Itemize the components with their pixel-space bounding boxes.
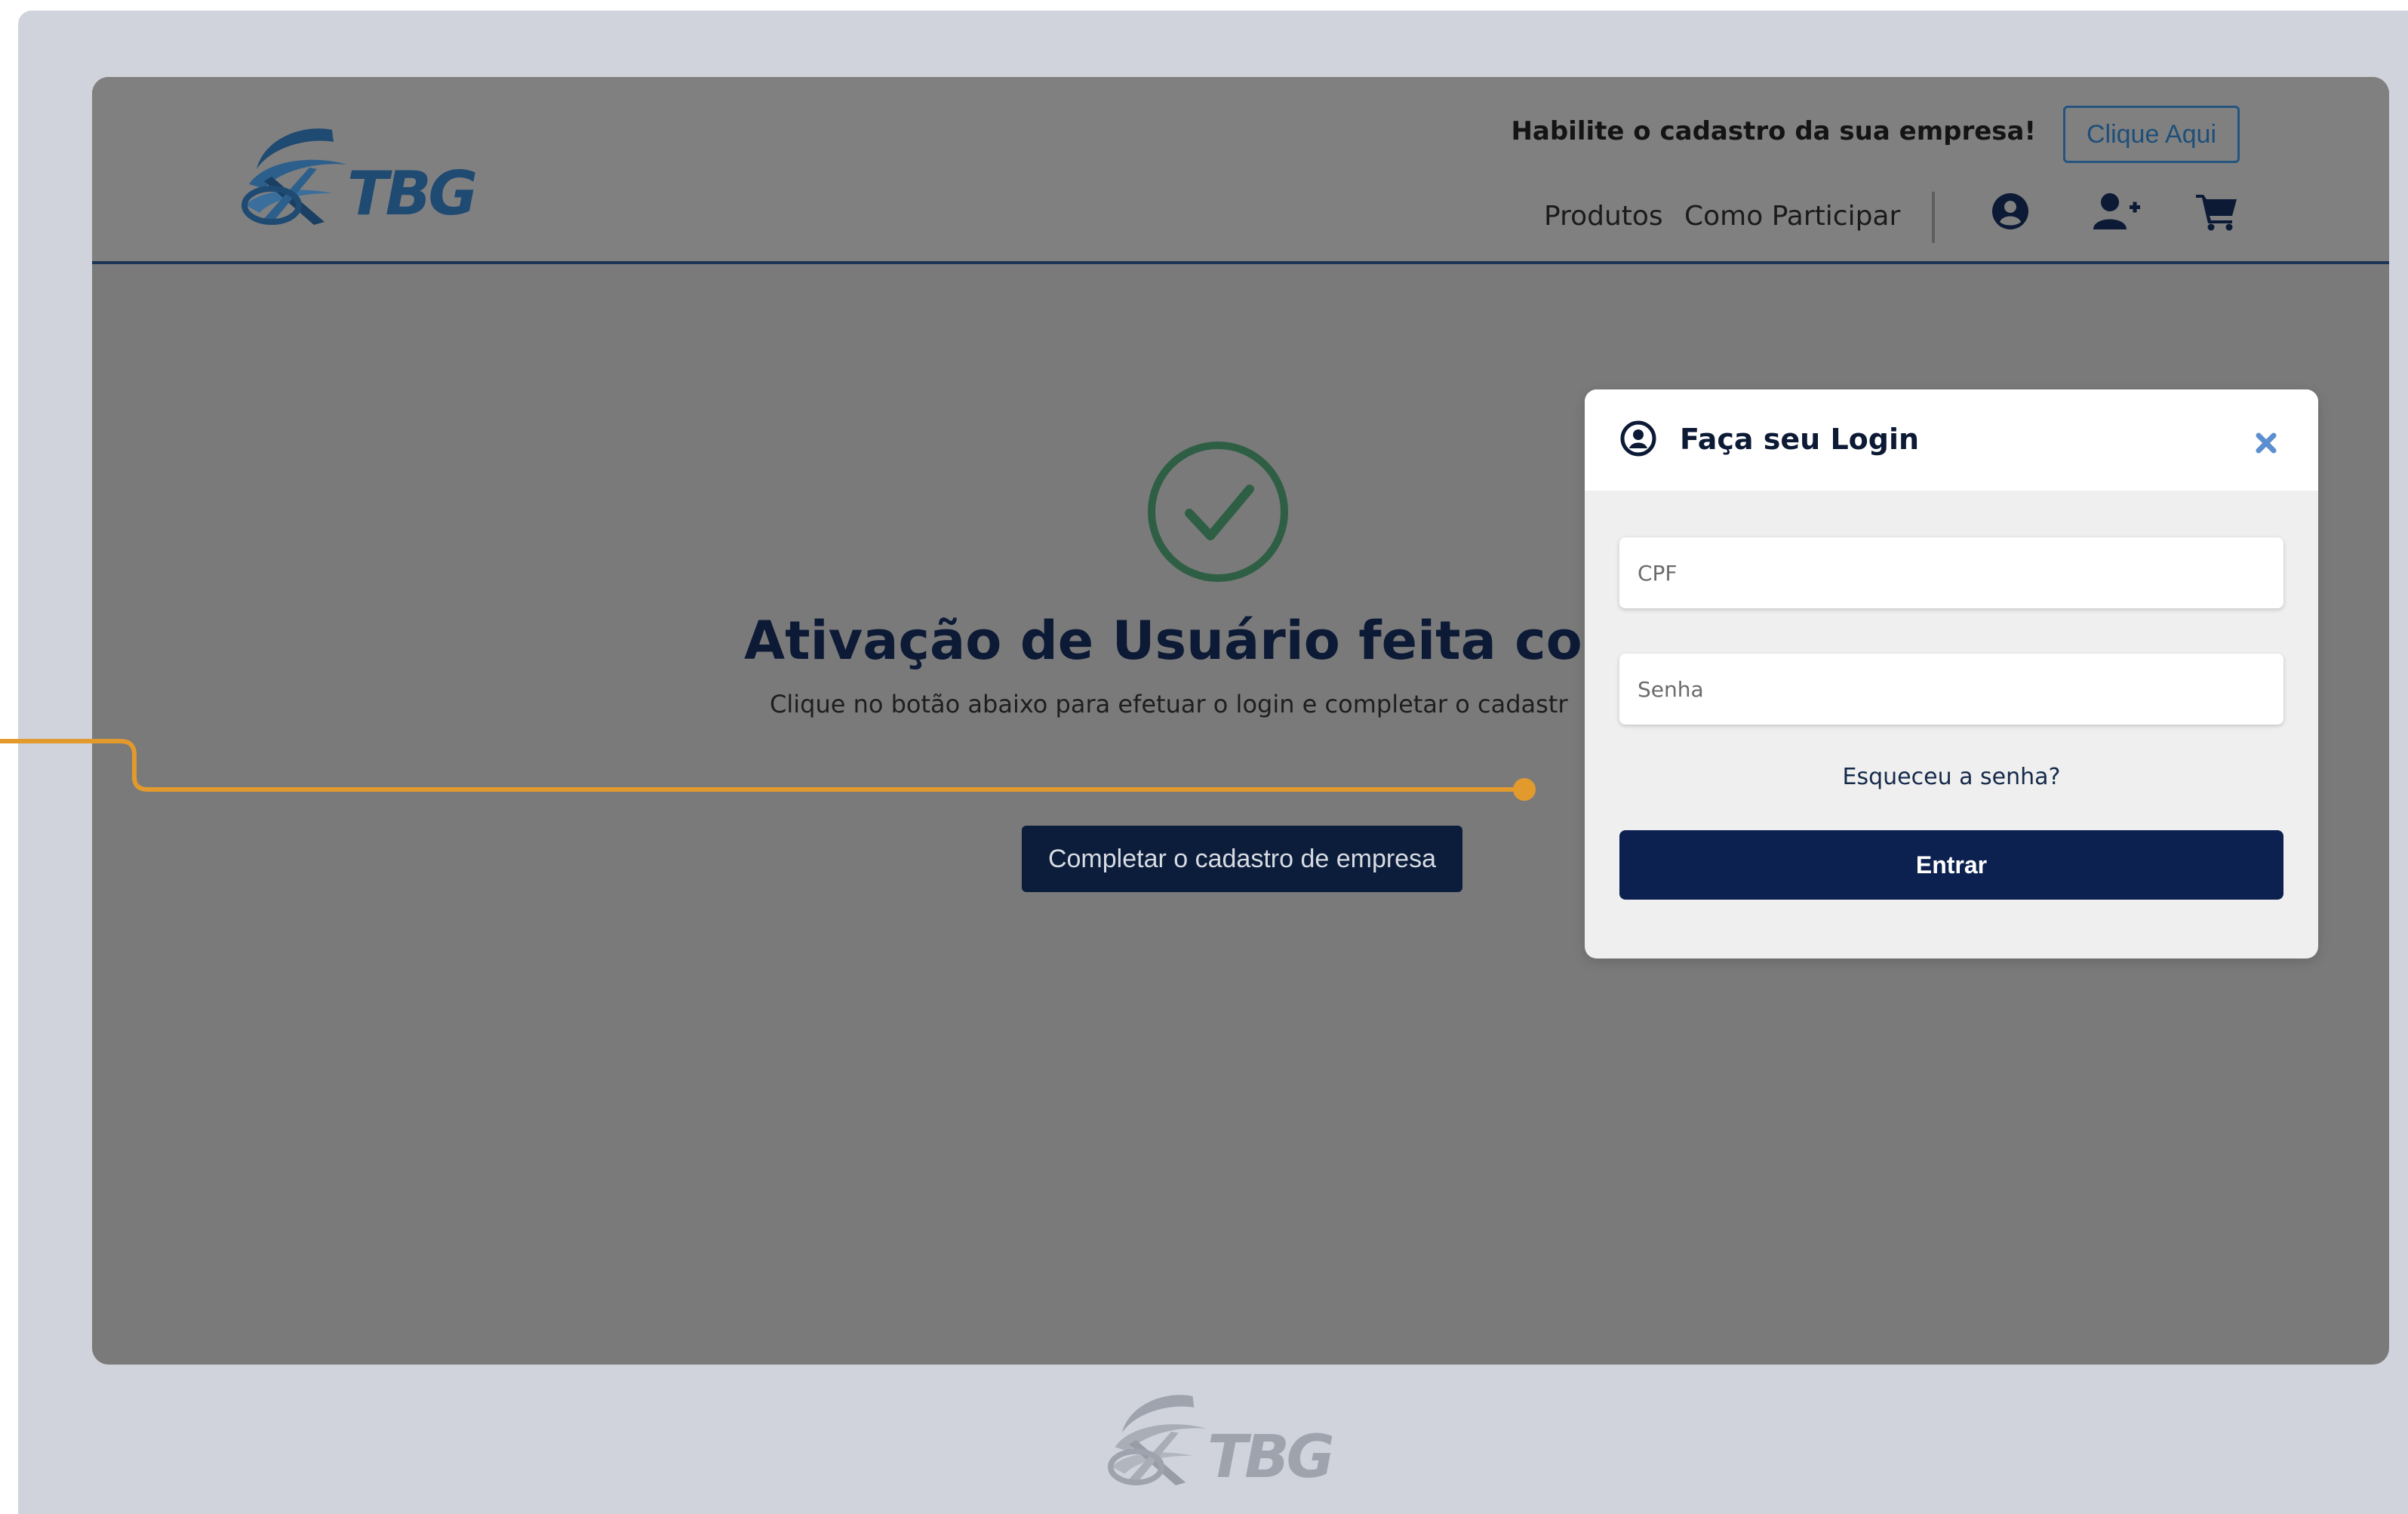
login-submit-button[interactable]: Entrar [1619, 830, 2283, 900]
forgot-password-link[interactable]: Esqueceu a senha? [1585, 764, 2318, 790]
nav-link-como-participar[interactable]: Como Participar [1684, 201, 1900, 232]
cpf-input[interactable] [1619, 537, 2283, 608]
login-modal-header: Faça seu Login [1585, 389, 2318, 491]
tbg-logo[interactable]: TBG [241, 124, 491, 237]
site-header: TBG Habilite o cadastro da sua empresa! … [92, 77, 2389, 264]
login-modal-title: Faça seu Login [1680, 423, 1920, 456]
logo-swoosh-icon [241, 128, 347, 225]
cart-icon[interactable] [2196, 192, 2238, 234]
complete-company-registration-button[interactable]: Completar o cadastro de empresa [1022, 826, 1462, 892]
screenshot-frame: TBG Habilite o cadastro da sua empresa! … [18, 11, 2408, 1514]
login-modal: Faça seu Login Esqueceu a senha? Entrar [1585, 389, 2318, 959]
user-plus-icon[interactable] [2093, 192, 2142, 234]
click-here-button[interactable]: Clique Aqui [2063, 106, 2240, 163]
activation-subtitle: Clique no botão abaixo para efetuar o lo… [770, 690, 1568, 719]
enable-company-text: Habilite o cadastro da sua empresa! [1511, 116, 2036, 146]
nav-link-produtos[interactable]: Produtos [1544, 201, 1663, 232]
footer-logo-text: TBG [1207, 1423, 1335, 1491]
user-circle-icon [1619, 420, 1657, 460]
nav-divider [1932, 192, 1935, 243]
footer-tbg-logo: TBG [1108, 1390, 1364, 1503]
app-window: TBG Habilite o cadastro da sua empresa! … [92, 77, 2389, 1365]
user-circle-icon[interactable] [1991, 192, 2030, 234]
footer-logo-swoosh-icon [1108, 1395, 1207, 1485]
password-input[interactable] [1619, 654, 2283, 725]
close-icon[interactable] [2255, 432, 2277, 457]
success-check-icon [1146, 439, 1290, 587]
logo-text: TBG [347, 158, 478, 229]
activation-title: Ativação de Usuário feita com [744, 610, 1638, 672]
